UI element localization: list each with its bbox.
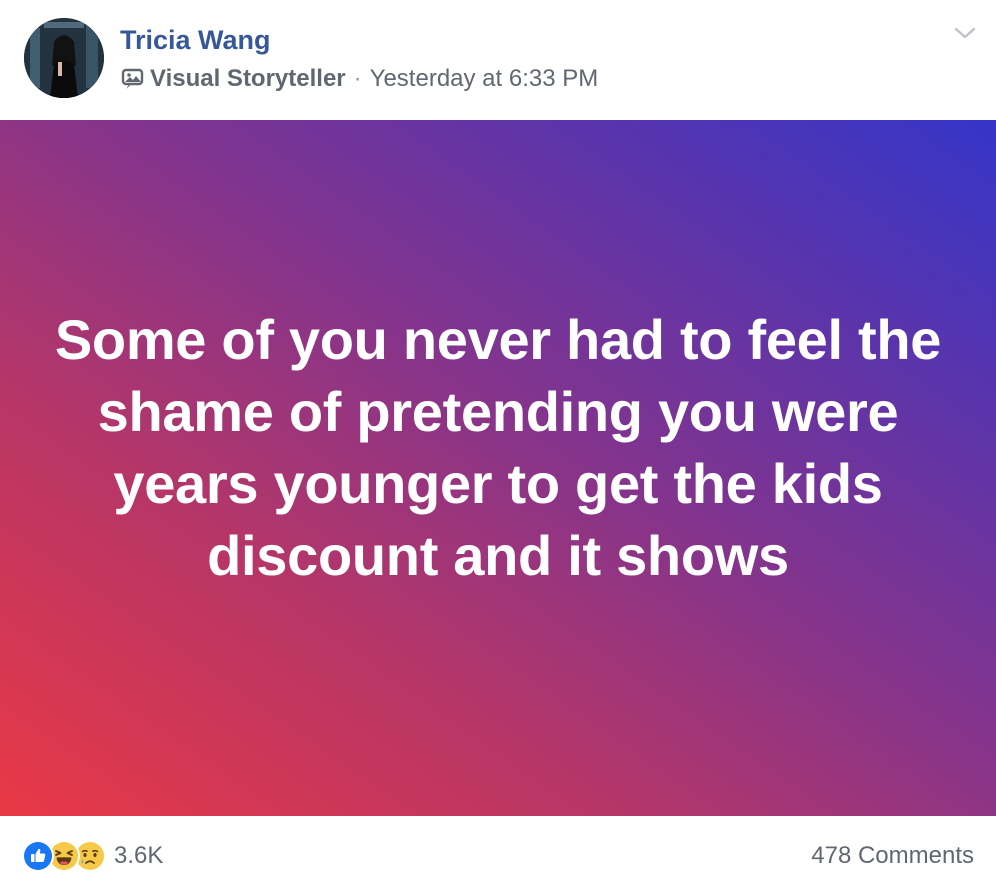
gradient-text-card: Some of you never had to feel the shame … [0, 120, 996, 816]
post-timestamp[interactable]: Yesterday at 6:33 PM [370, 64, 599, 94]
comments-count-link[interactable]: 478 Comments [811, 840, 974, 872]
avatar[interactable] [24, 18, 104, 98]
post-footer: 3.6K 478 Comments [0, 816, 996, 896]
reaction-count: 3.6K [114, 842, 164, 869]
post-card: Tricia Wang Visual Storyteller · Yesterd… [0, 0, 996, 896]
author-name[interactable]: Tricia Wang [120, 24, 271, 56]
like-icon [22, 840, 54, 872]
chevron-down-icon[interactable] [952, 22, 978, 44]
post-header: Tricia Wang Visual Storyteller · Yesterd… [0, 0, 996, 120]
avatar-photo [24, 18, 104, 98]
byline: Visual Storyteller · Yesterday at 6:33 P… [120, 64, 598, 94]
byline-separator: · [353, 65, 362, 92]
reactions-summary[interactable]: 3.6K [22, 840, 163, 872]
post-text: Some of you never had to feel the shame … [54, 308, 942, 587]
visual-storyteller-icon [120, 67, 146, 91]
group-name[interactable]: Visual Storyteller [150, 64, 346, 94]
